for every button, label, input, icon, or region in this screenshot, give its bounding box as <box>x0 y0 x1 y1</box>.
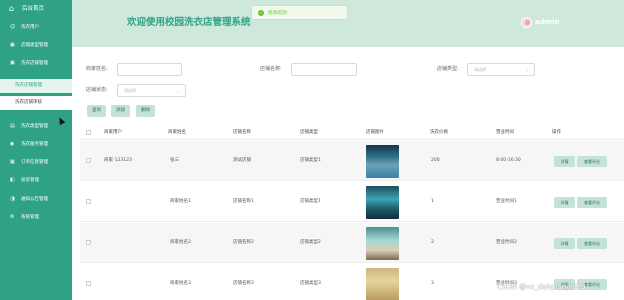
category-icon: ▤ <box>10 123 15 129</box>
service-icon: ◉ <box>10 141 15 147</box>
user-icon: ☺ <box>10 24 16 30</box>
sidebar: ⌂ 后台首页 ☺ 洗衣用户 ▣ 店铺类型管理 ▣ 洗衣店铺管理 洗衣店铺管理 洗… <box>0 0 72 300</box>
home-icon: ⌂ <box>9 4 15 13</box>
avatar <box>521 17 532 28</box>
table-row: 商家姓名3 店铺名称3 店铺类型3 3 营业时间3 详情 查看评论 <box>80 264 624 300</box>
settings-icon: ⚙ <box>10 214 15 220</box>
user-menu[interactable]: admin <box>521 16 571 30</box>
row-checkbox[interactable] <box>86 281 91 286</box>
check-circle-icon: ✓ <box>258 10 264 16</box>
owner-name-input[interactable] <box>117 63 182 76</box>
detail-button[interactable]: 详情 <box>554 156 575 167</box>
detail-button[interactable]: 详情 <box>554 197 575 208</box>
sidebar-home[interactable]: ⌂ 后台首页 <box>0 0 72 20</box>
table-row: 商家姓名1 店铺名称1 店铺类型1 1 营业时间1 详情 查看评论 <box>80 182 624 222</box>
sidebar-sub-shop-manage[interactable]: 洗衣店铺管理 <box>0 79 72 93</box>
shop-image <box>366 227 399 260</box>
row-checkbox[interactable] <box>86 240 91 245</box>
shop-icon: ▣ <box>10 42 15 48</box>
shop-image <box>366 186 399 219</box>
sidebar-item-system[interactable]: ⚙ 系统管理 <box>0 212 72 224</box>
sidebar-sub-shop-review[interactable]: 洗衣店铺审核 <box>0 96 72 110</box>
select-all-checkbox[interactable] <box>86 130 91 135</box>
sidebar-item-complaints[interactable]: ◧ 投诉管理 <box>0 175 72 187</box>
sidebar-item-notices[interactable]: ◨ 通知公告管理 <box>0 194 72 206</box>
shop-type-select[interactable]: 请选择 ⌄ <box>467 63 535 76</box>
sidebar-item-users[interactable]: ☺ 洗衣用户 <box>0 22 72 34</box>
table-row: 商家-123123 张三 测试店铺 店铺类型1 200 8:00-16:30 详… <box>80 141 624 181</box>
page-title: 欢迎使用校园洗衣店管理系统 <box>127 17 251 28</box>
view-reviews-button[interactable]: 查看评论 <box>577 156 607 167</box>
sidebar-item-orders[interactable]: ▦ 订单信息管理 <box>0 157 72 169</box>
feedback-icon: ◧ <box>10 177 15 183</box>
shop-image <box>366 268 399 300</box>
row-checkbox[interactable] <box>86 199 91 204</box>
view-reviews-button[interactable]: 查看评论 <box>577 238 607 249</box>
row-checkbox[interactable] <box>86 158 91 163</box>
add-button[interactable]: 添加 <box>111 105 130 117</box>
table-row: 商家姓名2 店铺名称2 店铺类型2 2 营业时间2 详情 查看评论 <box>80 223 624 263</box>
shop-icon: ▣ <box>10 60 15 66</box>
shop-status-label: 店铺状态: <box>86 87 108 93</box>
success-toast: ✓ 修改成功! <box>251 5 348 20</box>
order-icon: ▦ <box>10 159 15 165</box>
delete-button[interactable]: 删除 <box>136 105 155 117</box>
header: 欢迎使用校园洗衣店管理系统 ✓ 修改成功! admin <box>72 0 624 47</box>
detail-button[interactable]: 详情 <box>554 238 575 249</box>
table-header: 商家用户 商家姓名 店铺名称 店铺类型 店铺图片 洗衣价格 营业时间 操作 <box>80 126 624 140</box>
chevron-down-icon: ⌄ <box>525 67 529 72</box>
sidebar-item-shop-types[interactable]: ▣ 店铺类型管理 <box>0 40 72 52</box>
shop-name-label: 店铺名称: <box>260 66 282 72</box>
search-button[interactable]: 查询 <box>87 105 106 117</box>
shop-name-input[interactable] <box>291 63 357 76</box>
sidebar-item-services[interactable]: ◉ 洗衣服务管理 <box>0 139 72 151</box>
shop-status-select[interactable]: 请选择 ⌄ <box>117 84 186 97</box>
notice-icon: ◨ <box>10 196 15 202</box>
shop-image <box>366 145 399 178</box>
watermark: CSDN @vx_dahpianjil889 <box>497 283 586 291</box>
sidebar-item-shops[interactable]: ▣ 洗衣店铺管理 <box>0 58 72 70</box>
view-reviews-button[interactable]: 查看评论 <box>577 197 607 208</box>
shop-type-label: 店铺类型: <box>437 66 459 72</box>
owner-name-label: 商家姓名: <box>86 66 108 72</box>
chevron-down-icon: ⌄ <box>176 88 180 93</box>
